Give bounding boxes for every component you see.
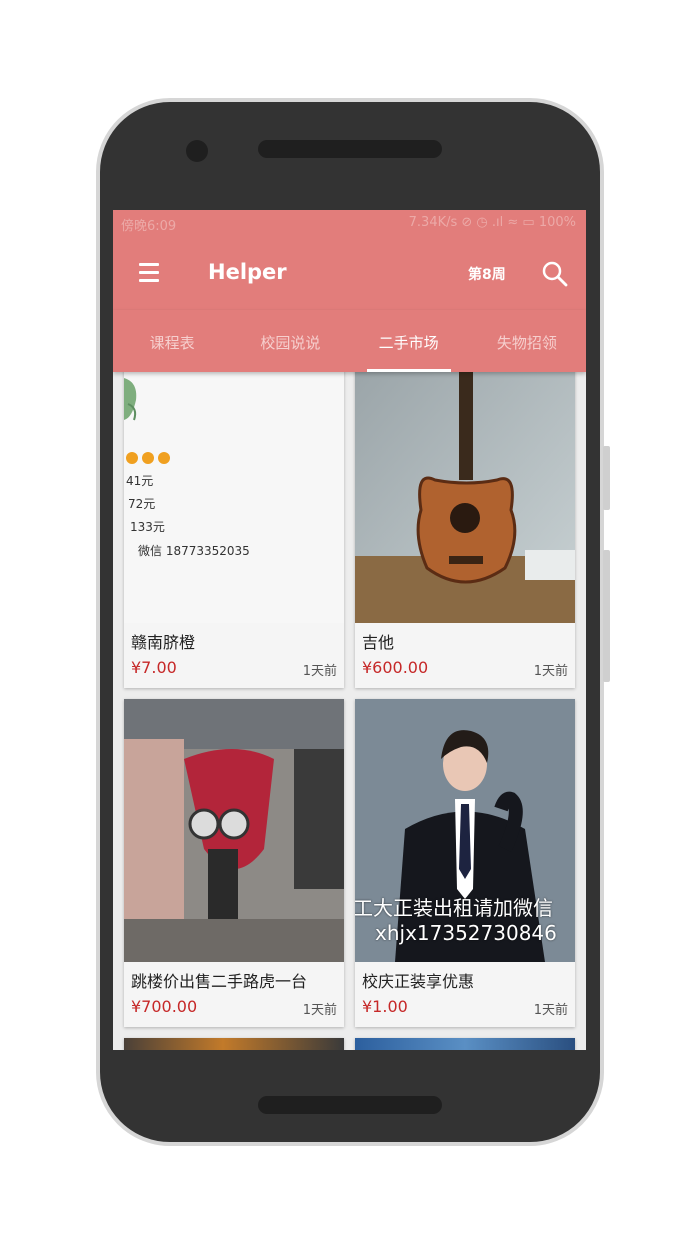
- product-time: 1天前: [533, 1003, 568, 1018]
- product-card[interactable]: 工大正装出租请加微信 xhjx17352730846 校庆正装享优惠 ¥1.00…: [355, 699, 575, 1027]
- product-time: 1天前: [302, 1003, 337, 1018]
- app-title: Helper: [208, 260, 287, 284]
- side-button-power: [603, 446, 610, 510]
- product-image: 41元 72元 133元 微信 18773352035: [124, 360, 344, 623]
- image-text-line: 72元: [128, 497, 156, 511]
- status-time: 傍晚6:09: [121, 219, 177, 234]
- product-image: [124, 699, 344, 962]
- tab-second-hand-market[interactable]: 二手市场: [350, 310, 468, 372]
- week-indicator[interactable]: 第8周: [468, 264, 506, 284]
- product-image: 工大正装出租请加微信 xhjx17352730846: [355, 699, 575, 962]
- product-price: ¥600.00: [362, 658, 429, 677]
- product-title: 校庆正装享优惠: [362, 972, 475, 991]
- image-text-line: 工大正装出租请加微信: [355, 896, 553, 920]
- product-time: 1天前: [533, 664, 568, 679]
- earpiece-speaker: [258, 140, 442, 158]
- product-card[interactable]: 吉他 ¥600.00 1天前: [355, 360, 575, 688]
- product-price: ¥700.00: [131, 997, 198, 1016]
- image-text-line: xhjx17352730846: [375, 921, 557, 945]
- product-image: [124, 1038, 344, 1050]
- product-card[interactable]: 跳楼价出售二手路虎一台 ¥700.00 1天前: [124, 699, 344, 1027]
- product-time: 1天前: [302, 664, 337, 679]
- menu-icon[interactable]: [139, 263, 161, 283]
- app-toolbar: Helper 第8周: [113, 238, 586, 310]
- tab-bar: 课程表 校园说说 二手市场 失物招领: [113, 310, 586, 372]
- product-card[interactable]: [355, 1038, 575, 1050]
- status-bar: 傍晚6:09 7.34K/s ⊘ ◷ .ıl ≈ ▭ 100%: [113, 210, 586, 238]
- product-title: 赣南脐橙: [131, 633, 196, 652]
- image-text-line: 微信 18773352035: [138, 544, 250, 558]
- product-title: 跳楼价出售二手路虎一台: [131, 972, 308, 991]
- app-screen: 傍晚6:09 7.34K/s ⊘ ◷ .ıl ≈ ▭ 100% Helper 第…: [113, 210, 586, 1050]
- product-image: [355, 1038, 575, 1050]
- product-title: 吉他: [362, 633, 395, 652]
- product-card[interactable]: 41元 72元 133元 微信 18773352035 赣南脐橙 ¥7.00 1…: [124, 360, 344, 688]
- tab-schedule[interactable]: 课程表: [113, 310, 231, 372]
- product-price: ¥7.00: [131, 658, 177, 677]
- status-indicators: 7.34K/s ⊘ ◷ .ıl ≈ ▭ 100%: [408, 215, 576, 230]
- tab-campus-posts[interactable]: 校园说说: [231, 310, 349, 372]
- bottom-speaker: [258, 1096, 442, 1114]
- product-image: [355, 360, 575, 623]
- side-button-volume: [603, 550, 610, 682]
- search-icon[interactable]: [541, 260, 569, 288]
- front-camera: [186, 140, 208, 162]
- image-text-line: 133元: [130, 520, 165, 534]
- product-card[interactable]: [124, 1038, 344, 1050]
- image-text-line: 41元: [126, 474, 154, 488]
- tab-lost-and-found[interactable]: 失物招领: [468, 310, 586, 372]
- product-price: ¥1.00: [362, 997, 408, 1016]
